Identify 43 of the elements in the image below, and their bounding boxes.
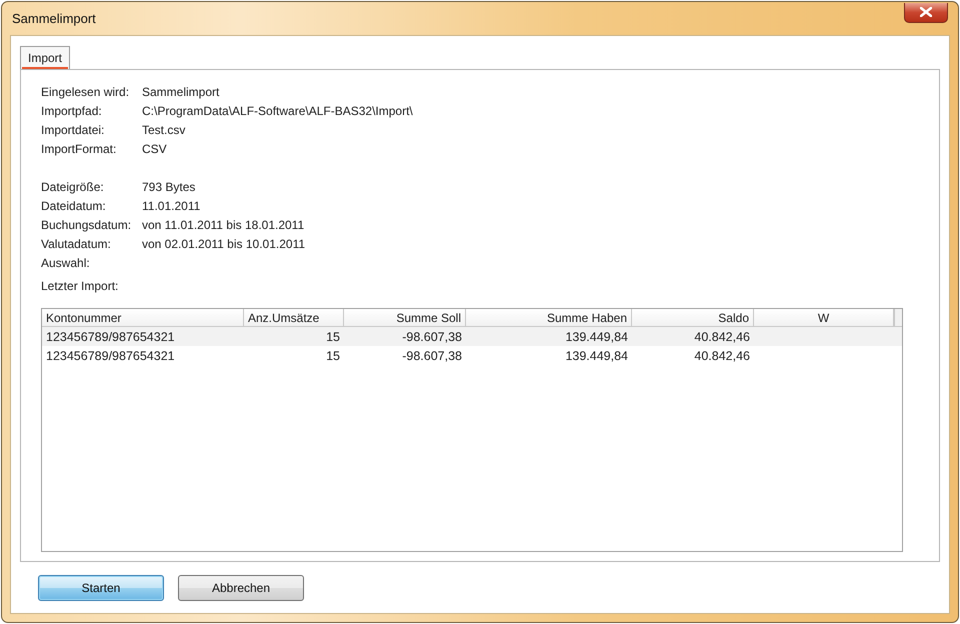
table-row[interactable]: 123456789/987654321 15 -98.607,38 139.449,84 40.842,46: [42, 327, 902, 346]
table-cell: -98.607,38: [402, 330, 462, 344]
table-cell: 123456789/987654321: [46, 348, 175, 362]
field-label: ImportFormat:: [41, 142, 118, 156]
field-value: 793 Bytes: [142, 180, 196, 194]
field-label: Dateigröße:: [41, 180, 105, 194]
table-cell: 123456789/987654321: [46, 330, 175, 344]
field-value: 11.01.2011: [142, 198, 202, 212]
table-cell: 40.842,46: [694, 348, 750, 362]
dialog-button[interactable]: Starten: [38, 575, 164, 601]
column-header[interactable]: Kontonummer: [42, 309, 244, 327]
field-value: Test.csv: [142, 122, 186, 136]
column-header[interactable]: Saldo: [632, 309, 754, 327]
field-label: Valutadatum:: [41, 236, 112, 250]
field-label: Importpfad:: [41, 104, 103, 118]
window-title: Sammelimport: [11, 11, 96, 26]
tab[interactable]: Import: [20, 46, 70, 69]
column-header[interactable]: W: [754, 309, 894, 327]
field-value: von 02.01.2011 bis 10.01.2011: [142, 236, 306, 250]
table-cell: -98.607,38: [402, 348, 462, 362]
field-label: Buchungsdatum:: [41, 218, 132, 232]
table-row[interactable]: 123456789/987654321 15 -98.607,38 139.449,84 40.842,46: [42, 346, 902, 365]
table-cell: 139.449,84: [565, 330, 628, 344]
field-value: C:\ProgramData\ALF-Software\ALF-BAS32\Import\: [142, 104, 413, 118]
table-cell: 15: [326, 330, 340, 344]
column-header[interactable]: Anz.Umsätze: [244, 309, 344, 327]
header-filler: [894, 309, 902, 327]
table-cell: 139.449,84: [565, 348, 628, 362]
section-label: Letzter Import:: [41, 279, 118, 293]
field-value: von 11.01.2011 bis 18.01.2011: [142, 218, 306, 232]
dialog-button[interactable]: Abbrechen: [178, 575, 304, 601]
close-icon: [920, 7, 932, 17]
field-label: Importdatei:: [41, 122, 106, 136]
column-header[interactable]: Summe Haben: [466, 309, 632, 327]
field-value: CSV: [142, 142, 168, 156]
table-cell: 40.842,46: [694, 330, 750, 344]
field-value: Sammelimport: [142, 84, 220, 98]
table-cell: 15: [326, 348, 340, 362]
field-label: Auswahl:: [41, 256, 91, 270]
close-button[interactable]: [904, 2, 948, 22]
column-header[interactable]: Summe Soll: [344, 309, 466, 327]
field-label: Dateidatum:: [41, 198, 107, 212]
field-label: Eingelesen wird:: [41, 84, 130, 98]
